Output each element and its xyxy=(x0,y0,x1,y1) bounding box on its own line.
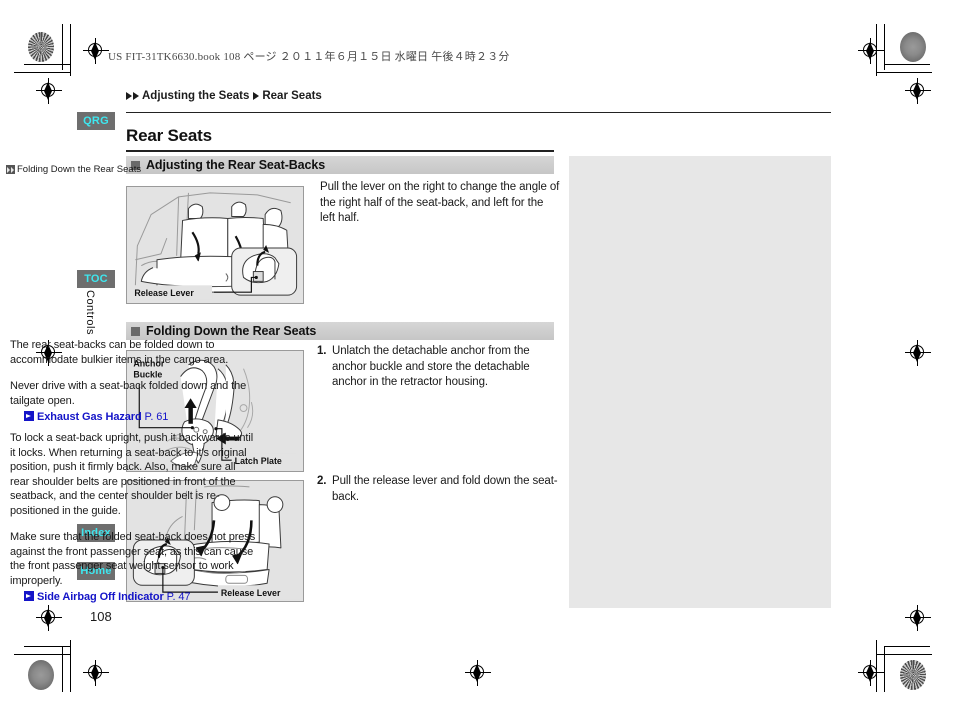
note-paragraph-4: Make sure that the folded seat-back does… xyxy=(10,530,256,605)
step-1-text: Unlatch the detachable anchor from the a… xyxy=(332,345,530,388)
note-paragraph-2: Never drive with a seat-back folded down… xyxy=(10,379,256,425)
registration-mark-bottom-left-inner xyxy=(83,660,109,686)
note-panel xyxy=(569,156,831,608)
crop-line-bl-h1 xyxy=(24,646,70,647)
step-2-number: 2. xyxy=(317,475,327,487)
crop-line-tr-v2 xyxy=(876,24,877,76)
section-heading-label: Folding Down the Rear Seats xyxy=(146,324,317,338)
registration-mark-right-middle xyxy=(905,340,931,366)
crop-line-bl-v2 xyxy=(70,640,71,692)
crop-line-tl-h1 xyxy=(24,64,70,65)
registration-mark-bottom-left xyxy=(36,605,62,631)
xref-exhaust-gas-hazard[interactable]: Exhaust Gas Hazard P. 61 xyxy=(24,410,256,425)
note-paragraph-3: To lock a seat-back upright, push it bac… xyxy=(10,432,254,517)
registration-mark-bottom-right xyxy=(858,660,884,686)
print-run-header: US FIT-31TK6630.book 108 ページ ２０１１年６月１５日 … xyxy=(108,51,510,63)
crop-line-tl-v2 xyxy=(70,24,71,76)
step-1-number: 1. xyxy=(317,345,327,357)
sidebar-tab-qrg[interactable]: QRG xyxy=(77,112,115,130)
registration-mark-top-left xyxy=(83,38,109,64)
triangle-right-icon-1 xyxy=(126,92,132,100)
section-heading-label: Adjusting the Rear Seat-Backs xyxy=(146,158,326,172)
breadcrumb-current: Rear Seats xyxy=(262,90,322,102)
note-paragraph-1: The rear seat-backs can be folded down t… xyxy=(10,339,229,366)
title-underline xyxy=(126,150,554,152)
double-arrow-icon xyxy=(6,165,15,174)
xref-side-airbag-off-indicator[interactable]: Side Airbag Off Indicator P. 47 xyxy=(24,590,256,605)
xref-page: P. 47 xyxy=(166,591,191,603)
crop-line-br-v1 xyxy=(884,646,885,692)
density-disk-bottom-left xyxy=(28,660,54,690)
step-2: 2. Pull the release lever and fold down … xyxy=(317,474,561,505)
crop-line-br-h1 xyxy=(884,646,930,647)
page-title: Rear Seats xyxy=(126,126,212,145)
registration-mark-bottom-right-inner xyxy=(905,605,931,631)
density-disk-top-right xyxy=(900,32,926,62)
jump-arrow-icon xyxy=(24,411,34,421)
header-rule xyxy=(126,112,831,113)
xref-page: P. 61 xyxy=(144,411,169,423)
crop-line-bl-h2 xyxy=(14,654,70,655)
crop-line-tr-h1 xyxy=(884,64,930,65)
density-starburst-bottom-right xyxy=(900,660,926,690)
note-panel-heading-label: Folding Down the Rear Seats xyxy=(17,164,142,175)
registration-mark-top-right xyxy=(858,38,884,64)
page-number: 108 xyxy=(90,609,112,624)
note-paragraph-4-text: Make sure that the folded seat-back does… xyxy=(10,531,256,587)
registration-mark-bottom-center xyxy=(465,660,491,686)
breadcrumb-parent[interactable]: Adjusting the Seats xyxy=(142,90,249,102)
triangle-right-icon-2 xyxy=(133,92,139,100)
density-starburst-top-left xyxy=(28,32,54,62)
manual-page: US FIT-31TK6630.book 108 ページ ２０１１年６月１５日 … xyxy=(0,0,954,718)
note-panel-heading: Folding Down the Rear Seats xyxy=(6,164,141,175)
triangle-right-icon-3 xyxy=(253,92,260,100)
rear-seat-backs-figure: Release Lever xyxy=(126,186,304,304)
crop-line-bl-v1 xyxy=(62,646,63,692)
intro-paragraph: Pull the lever on the right to change th… xyxy=(320,181,560,224)
square-bullet-icon xyxy=(131,326,140,336)
sidebar-tab-toc[interactable]: TOC xyxy=(77,270,115,288)
jump-arrow-icon xyxy=(24,591,34,601)
registration-mark-top-right-inner xyxy=(905,78,931,104)
note-paragraph-2-text: Never drive with a seat-back folded down… xyxy=(10,380,247,407)
crop-line-tr-h2 xyxy=(876,72,932,73)
crop-line-tl-h2 xyxy=(14,72,70,73)
step-2-text: Pull the release lever and fold down the… xyxy=(332,475,558,503)
registration-mark-top-left-inner xyxy=(36,78,62,104)
breadcrumb: Adjusting the Seats Rear Seats xyxy=(126,90,322,102)
section-heading-adjusting-rear-seat-backs: Adjusting the Rear Seat-Backs xyxy=(126,156,554,174)
chapter-label-controls: Controls xyxy=(84,290,96,335)
crop-line-br-h2 xyxy=(876,654,932,655)
step-1: 1. Unlatch the detachable anchor from th… xyxy=(317,344,561,391)
xref-label: Side Airbag Off Indicator xyxy=(37,591,164,603)
crop-line-br-v2 xyxy=(876,640,877,692)
xref-label: Exhaust Gas Hazard xyxy=(37,411,142,423)
svg-text:Release Lever: Release Lever xyxy=(134,288,194,298)
